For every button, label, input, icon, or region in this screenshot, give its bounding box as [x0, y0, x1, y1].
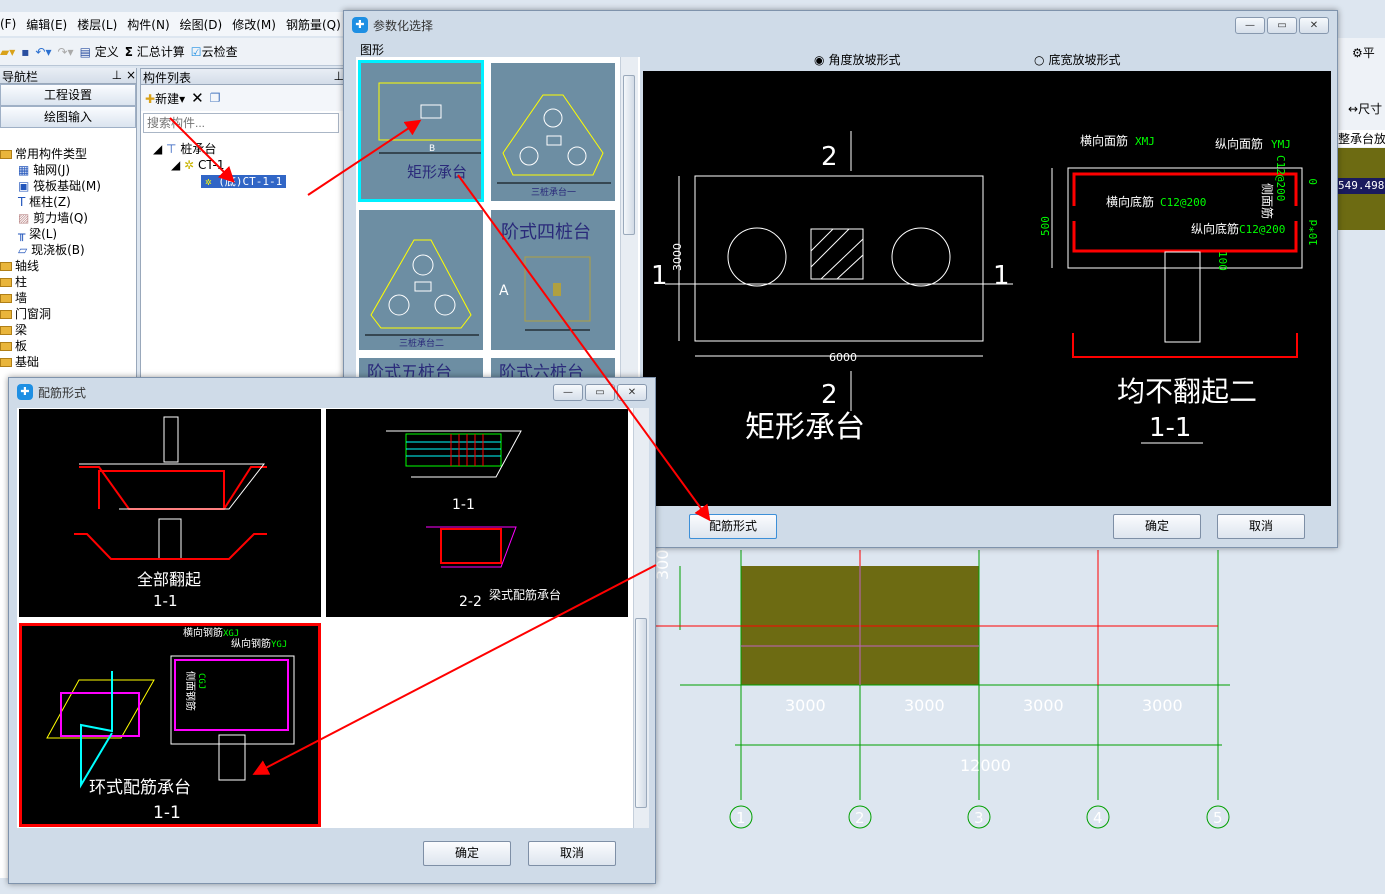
option-all-raised[interactable]: 全部翻起 1-1 [19, 409, 321, 617]
group-label: 图形 [360, 43, 385, 57]
section-2-top: 2 [821, 142, 838, 172]
label-ydj: 纵向底筋 [1191, 221, 1239, 236]
thumb-three-pile-2[interactable]: 三桩承台二 [358, 209, 484, 351]
thumb-label: 矩形承台 [407, 163, 467, 181]
option-name: 梁式配筋承台 [489, 587, 561, 602]
dim-3000: 3000 [671, 243, 684, 271]
thumb-three-pile-1[interactable]: 三桩承台一 [490, 62, 616, 202]
code-cmj: C12@200 [1274, 155, 1287, 201]
axis-3: 3 [974, 809, 984, 827]
minimize-button[interactable]: — [553, 384, 583, 401]
thumb-step-four[interactable]: 阶式四桩台 A [490, 209, 616, 351]
thumb-label: 三桩承台二 [399, 337, 444, 349]
label-ygj: 纵向钢筋 [231, 637, 271, 650]
axis-1: 1 [736, 809, 746, 827]
rebar-form-button[interactable]: 配筋形式 [689, 514, 777, 539]
thumb-label: 三桩承台一 [531, 186, 576, 198]
option-section: 1-1 [153, 592, 178, 610]
radio-checked-icon: ◉ [814, 52, 825, 67]
code-xmj: XMJ [1135, 135, 1155, 148]
option-ring-type[interactable]: 横向钢筋 XGJ 纵向钢筋 YGJ 侧面钢筋 CGJ 环式配筋承台 1-1 [19, 623, 321, 827]
close-button[interactable]: ✕ [1299, 17, 1329, 34]
dim-3: 3000 [1023, 696, 1064, 715]
option-beam-type[interactable]: 1-1 2-2 梁式配筋承台 [326, 409, 628, 617]
code-xgj: XGJ [223, 629, 239, 639]
dim-0: 0 [1307, 178, 1320, 185]
thumb-rect-cap[interactable]: B 矩形承台 [358, 60, 490, 202]
label-ymj: 纵向面筋 [1215, 136, 1263, 151]
section-1-right: 1 [993, 261, 1010, 291]
rebar-section: 1-1 [1149, 413, 1191, 443]
radio-bottom-width[interactable]: ○ 底宽放坡形式 [1034, 51, 1121, 68]
axis-4: 4 [1093, 809, 1103, 827]
label-xdj: 横向底筋 [1106, 194, 1154, 209]
radio-angle[interactable]: ◉ 角度放坡形式 [814, 51, 901, 68]
maximize-button[interactable]: ▭ [585, 384, 615, 401]
app-logo-icon: ✚ [352, 17, 368, 33]
dim-10d: 10*d [1307, 220, 1320, 247]
label-cmj: 侧面筋 [1260, 183, 1275, 219]
option-name: 全部翻起 [137, 570, 201, 589]
options-scrollbar[interactable] [633, 408, 649, 828]
section-1-left: 1 [651, 261, 668, 291]
axis-2: 2 [855, 809, 865, 827]
rebar-options-grid: 全部翻起 1-1 1-1 2-2 梁式配筋承台 横向钢筋 XGJ 纵向钢筋 YG… [17, 408, 649, 828]
dim-a: A [499, 283, 509, 299]
dialog-title: 参数化选择 [373, 18, 434, 33]
rebar-title: 均不翻起二 [1117, 375, 1257, 408]
option-section-2: 2-2 [459, 594, 482, 610]
option-name: 环式配筋承台 [89, 778, 191, 798]
dim-b: B [429, 144, 435, 154]
option-section: 1-1 [452, 497, 475, 513]
shape-thumb-list: B 矩形承台 三桩承台一 三桩承台二 阶式四桩台 A 阶式五桩台 阶式六桩台 [356, 57, 640, 377]
thumb-scrollbar[interactable] [620, 57, 638, 377]
axis-5: 5 [1213, 809, 1223, 827]
cancel-button[interactable]: 取消 [528, 841, 616, 866]
ok-button[interactable]: 确定 [1113, 514, 1201, 539]
label-xgj: 横向钢筋 [183, 626, 223, 639]
preview-name: 矩形承台 [745, 410, 865, 445]
dim-2: 3000 [904, 696, 945, 715]
dim-100: 100 [1216, 251, 1229, 271]
maximize-button[interactable]: ▭ [1267, 17, 1297, 34]
dim-500: 500 [1039, 216, 1052, 236]
code-ymj: YMJ [1271, 138, 1291, 151]
label-cgj: 侧面钢筋 [184, 671, 197, 711]
dim-total: 12000 [960, 756, 1011, 775]
cancel-button[interactable]: 取消 [1217, 514, 1305, 539]
section-2-bottom: 2 [821, 380, 838, 410]
code-ygj: YGJ [271, 640, 287, 650]
dim-1: 3000 [785, 696, 826, 715]
thumb-step-five[interactable]: 阶式五桩台 [358, 357, 484, 377]
code-cgj: CGJ [196, 673, 206, 689]
ok-button[interactable]: 确定 [423, 841, 511, 866]
thumb-step-six[interactable]: 阶式六桩台 [490, 357, 616, 377]
dim-4: 3000 [1142, 696, 1183, 715]
rebar-form-dialog: ✚ 配筋形式 — ▭ ✕ 全部翻起 1-1 1-1 2-2 梁式配筋承台 横向钢筋 X… [8, 377, 656, 884]
close-button[interactable]: ✕ [617, 384, 647, 401]
code-xdj: C12@200 [1160, 196, 1206, 209]
option-section: 1-1 [153, 803, 181, 823]
radio-unchecked-icon: ○ [1034, 52, 1045, 67]
app-logo-icon: ✚ [17, 384, 33, 400]
dialog-title: 配筋形式 [38, 385, 87, 400]
dim-6000: 6000 [829, 351, 857, 364]
label-xmj: 横向面筋 [1080, 133, 1128, 148]
thumb-label: 阶式四桩台 [501, 222, 591, 243]
shape-preview: 2 2 1 1 3000 6000 矩形承台 横向面筋 XMJ 纵向面筋 YMJ… [643, 71, 1331, 506]
minimize-button[interactable]: — [1235, 17, 1265, 34]
code-ydj: C12@200 [1239, 223, 1285, 236]
